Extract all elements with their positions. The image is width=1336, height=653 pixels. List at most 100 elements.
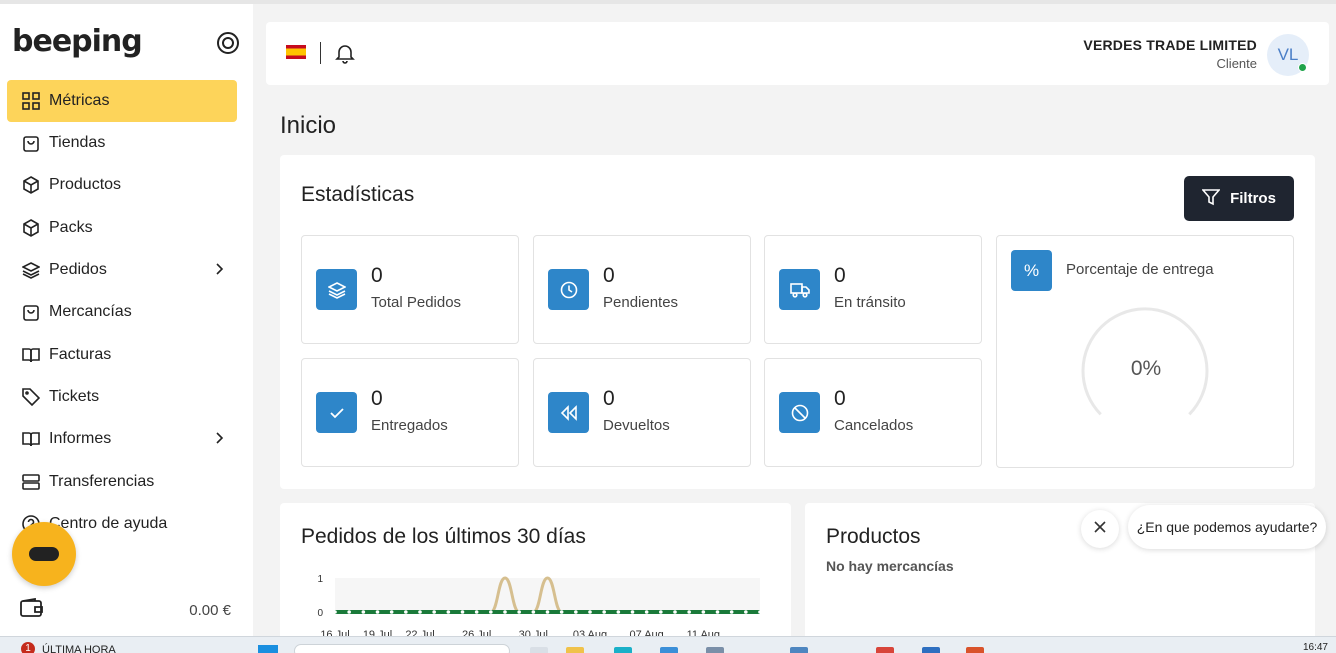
data-point [687, 610, 691, 614]
app-icon[interactable] [706, 647, 724, 653]
folder-icon[interactable] [566, 647, 584, 653]
box-icon [21, 175, 41, 195]
stat-label: Cancelados [834, 417, 914, 434]
sidebar-item-mercancias[interactable]: Mercancías [7, 291, 237, 333]
data-point [517, 610, 521, 614]
data-point [715, 610, 720, 614]
check-icon [316, 392, 357, 433]
news-badge: 1 [21, 642, 35, 653]
sidebar-item-informes[interactable]: Informes [7, 418, 237, 460]
stat-devueltos[interactable]: 0 Devueltos [533, 358, 751, 467]
taskbar: 1 ÚLTIMA HORA 16:47 [0, 636, 1336, 653]
chart-plot-area [335, 578, 760, 612]
stats-card: Estadísticas Filtros 0 Total Pedidos 0 P… [280, 155, 1315, 489]
stat-label: Entregados [371, 417, 448, 434]
rewind-icon [548, 392, 589, 433]
filters-label: Filtros [1230, 190, 1276, 207]
y-tick-label: 1 [317, 574, 323, 585]
data-point [602, 610, 606, 614]
beeping-logo[interactable]: beeping [12, 24, 143, 59]
data-point [347, 610, 351, 614]
products-empty-message: No hay mercancías [826, 558, 954, 574]
delivery-percentage-value: 0% [1130, 357, 1162, 380]
app-icon[interactable] [660, 647, 678, 653]
edge-icon[interactable] [614, 647, 632, 653]
sidebar-item-label: Pedidos [49, 261, 107, 278]
data-point [673, 610, 677, 614]
chevron-right-icon [211, 430, 227, 446]
package-icon [21, 218, 41, 238]
data-point [503, 610, 507, 614]
chat-icon [29, 547, 59, 561]
taskbar-search[interactable] [294, 644, 510, 653]
data-point [375, 610, 380, 614]
data-point [361, 610, 366, 614]
stat-en-transito[interactable]: 0 En tránsito [764, 235, 982, 344]
bell-icon[interactable] [334, 42, 356, 64]
y-tick-label: 0 [317, 608, 323, 619]
spain-flag-icon[interactable] [286, 45, 306, 59]
sidebar-item-label: Informes [49, 430, 112, 447]
data-point [389, 610, 394, 614]
data-point [630, 610, 635, 614]
data-point [659, 610, 663, 614]
news-widget[interactable]: ÚLTIMA HORA [42, 644, 116, 653]
bag-icon [21, 302, 41, 322]
sidebar-item-label: Packs [49, 219, 93, 236]
stat-value: 0 [834, 387, 846, 410]
filters-button[interactable]: Filtros [1184, 176, 1294, 221]
chat-launcher-button[interactable] [12, 522, 76, 586]
chat-close-button[interactable] [1081, 510, 1119, 548]
stat-pendientes[interactable]: 0 Pendientes [533, 235, 751, 344]
stat-value: 0 [371, 387, 383, 410]
app-icon[interactable] [966, 647, 984, 653]
app-icon[interactable] [790, 647, 808, 653]
stat-value: 0 [603, 387, 615, 410]
stat-cancelados[interactable]: 0 Cancelados [764, 358, 982, 467]
sidebar-item-tickets[interactable]: Tickets [7, 376, 237, 418]
chevron-right-icon [211, 261, 227, 277]
data-point [744, 610, 748, 614]
data-point [545, 610, 550, 614]
header-divider [320, 42, 321, 64]
sidebar-item-metricas[interactable]: Métricas [7, 80, 237, 122]
delivery-percentage-box: % Porcentaje de entrega 0% [996, 235, 1294, 468]
app-icon[interactable] [922, 647, 940, 653]
sidebar-item-label: Tiendas [49, 134, 106, 151]
data-point [559, 610, 564, 614]
layers-icon [316, 269, 357, 310]
collapse-sidebar-button[interactable] [217, 32, 239, 54]
app-icon[interactable] [530, 647, 548, 653]
stat-total-pedidos[interactable]: 0 Total Pedidos [301, 235, 519, 344]
balance-value: 0.00 € [189, 602, 231, 619]
sidebar-item-productos[interactable]: Productos [7, 164, 237, 206]
data-point [474, 610, 479, 614]
orders-chart-title: Pedidos de los últimos 30 días [301, 525, 586, 548]
windows-start-icon[interactable] [258, 645, 278, 653]
data-point [531, 610, 536, 614]
user-name: VERDES TRADE LIMITED [1083, 37, 1257, 53]
layers-icon [21, 260, 41, 280]
sidebar-item-tiendas[interactable]: Tiendas [7, 122, 237, 164]
sidebar-item-facturas[interactable]: Facturas [7, 334, 237, 376]
data-point [432, 610, 436, 614]
products-title: Productos [826, 525, 921, 548]
data-point [418, 610, 422, 614]
taskbar-clock: 16:47 [1302, 642, 1328, 653]
sidebar-item-transferencias[interactable]: Transferencias [7, 461, 237, 503]
data-point [574, 610, 578, 614]
data-point [644, 610, 649, 614]
sidebar-item-pedidos[interactable]: Pedidos [7, 249, 237, 291]
chrome-icon[interactable] [876, 647, 894, 653]
orders-chart-card: Pedidos de los últimos 30 días 0 1 16 Jul 1… [280, 503, 791, 653]
chat-greeting[interactable]: ¿En que podemos ayudarte? [1128, 505, 1326, 549]
wallet-icon[interactable] [20, 597, 44, 618]
server-icon [21, 472, 41, 492]
sidebar-item-packs[interactable]: Packs [7, 207, 237, 249]
stat-value: 0 [603, 264, 615, 287]
online-status-dot [1298, 63, 1307, 72]
tag-icon [21, 387, 41, 407]
data-point [701, 610, 706, 614]
sidebar-item-label: Tickets [49, 388, 100, 405]
stat-entregados[interactable]: 0 Entregados [301, 358, 519, 467]
